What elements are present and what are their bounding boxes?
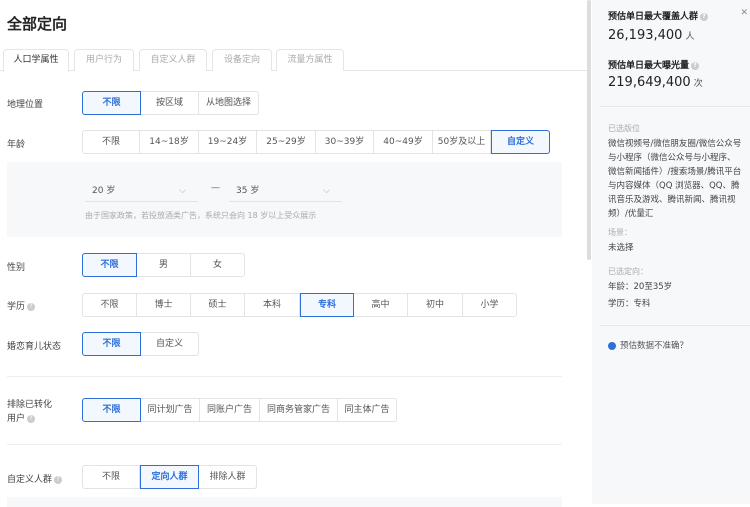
geo-option[interactable]: 按区域 <box>141 91 199 115</box>
age-custom-panel: 20 岁 ⌵ — 35 岁 ⌵ 由于国家政策，若投放酒类广告，系统只会向 18 岁以… <box>7 162 562 237</box>
exclude-option[interactable]: 同账户广告 <box>200 398 260 422</box>
gender-option[interactable]: 女 <box>191 253 245 277</box>
gender-options: 不限 男 女 <box>82 253 245 277</box>
feedback-text: 预估数据不准确？ <box>620 341 689 351</box>
age-option[interactable]: 40~49岁 <box>374 130 433 154</box>
age-policy-note: 由于国家政策，若投放酒类广告，系统只会向 18 岁以上受众展示 <box>85 211 317 220</box>
exclude-options: 不限 同计划广告 同账户广告 同商务管家广告 同主体广告 <box>82 398 397 422</box>
chat-icon <box>608 341 616 350</box>
age-to-value: 35 岁 <box>236 186 260 196</box>
range-dash: — <box>211 183 220 193</box>
edu-option[interactable]: 本科 <box>245 293 300 317</box>
divider <box>7 444 562 445</box>
estimate-panel: ✕ 预估单日最大覆盖人群? 26,193,400 人 预估单日最大曝光量? 219… <box>592 0 750 504</box>
placement-text: 微信视频号/微信朋友圈/微信公众号与小程序（微信公众号与小程序、微信新闻插件）/… <box>608 139 742 219</box>
divider <box>600 325 750 326</box>
feedback-link[interactable]: 预估数据不准确？ <box>608 339 688 351</box>
placement-label: 已选版位 <box>608 124 640 133</box>
targeting-age: 年龄：20至35岁 <box>608 282 673 292</box>
age-to-select[interactable]: 35 岁 ⌵ <box>229 182 342 202</box>
geo-label: 地理位置 <box>7 100 44 110</box>
age-from-select[interactable]: 20 岁 ⌵ <box>85 182 198 202</box>
page-title: 全部定向 <box>7 15 68 33</box>
help-icon[interactable]: ? <box>691 61 700 70</box>
geo-option[interactable]: 从地图选择 <box>199 91 259 115</box>
exclude-label: 排除已转化用户? <box>7 398 52 426</box>
exposure-value: 219,649,400 次 <box>608 75 703 90</box>
help-icon[interactable]: ? <box>54 475 63 484</box>
tab-device[interactable]: 设备定向 <box>212 49 272 71</box>
marriage-options: 不限 自定义 <box>82 332 199 356</box>
age-options: 不限 14~18岁 19~24岁 25~29岁 30~39岁 40~49岁 50… <box>82 130 550 154</box>
marriage-option[interactable]: 不限 <box>82 332 141 356</box>
exposure-title-text: 预估单日最大曝光量 <box>608 61 690 71</box>
age-option[interactable]: 14~18岁 <box>140 130 199 154</box>
scene-label: 场景： <box>608 228 632 237</box>
tab-custom-audience[interactable]: 自定义人群 <box>139 49 207 71</box>
scene-value: 未选择 <box>608 243 634 253</box>
cover-number: 26,193,400 <box>608 28 683 43</box>
marriage-label: 婚恋育儿状态 <box>7 342 62 352</box>
exclude-option[interactable]: 同商务管家广告 <box>260 398 338 422</box>
exposure-unit: 次 <box>693 79 703 89</box>
divider <box>7 376 562 377</box>
age-option[interactable]: 30~39岁 <box>316 130 374 154</box>
help-icon[interactable]: ? <box>700 12 709 21</box>
age-option[interactable]: 不限 <box>82 130 140 154</box>
gender-label: 性别 <box>7 263 26 273</box>
custom-option[interactable]: 排除人群 <box>199 465 257 489</box>
exposure-number: 219,649,400 <box>608 75 691 90</box>
cover-title: 预估单日最大覆盖人群? <box>608 9 709 22</box>
edu-options: 不限 博士 硕士 本科 专科 高中 初中 小学 <box>82 293 517 317</box>
chevron-down-icon: ⌵ <box>179 186 186 196</box>
exclude-option[interactable]: 不限 <box>82 398 141 422</box>
geo-option[interactable]: 不限 <box>82 91 141 115</box>
custom-option[interactable]: 不限 <box>82 465 140 489</box>
exposure-title: 预估单日最大曝光量? <box>608 58 700 71</box>
scrollbar[interactable] <box>587 0 591 260</box>
age-from-value: 20 岁 <box>92 186 116 196</box>
close-icon[interactable]: ✕ <box>740 8 748 18</box>
chevron-down-icon: ⌵ <box>323 186 330 196</box>
tab-bar: 人口学属性 用户行为 自定义人群 设备定向 流量方属性 <box>0 49 588 72</box>
age-option[interactable]: 25~29岁 <box>257 130 316 154</box>
edu-option[interactable]: 不限 <box>82 293 137 317</box>
custom-label: 自定义人群? <box>7 472 63 485</box>
edu-label: 学历? <box>7 299 36 312</box>
edu-option[interactable]: 硕士 <box>191 293 245 317</box>
cover-value: 26,193,400 人 <box>608 28 694 43</box>
targeting-label: 已选定向： <box>608 267 648 276</box>
gender-option[interactable]: 男 <box>137 253 191 277</box>
custom-label-text: 自定义人群 <box>7 475 53 485</box>
age-option[interactable]: 自定义 <box>491 130 550 154</box>
cover-unit: 人 <box>685 32 695 42</box>
cover-title-text: 预估单日最大覆盖人群 <box>608 12 699 22</box>
age-label: 年龄 <box>7 140 26 150</box>
edu-option[interactable]: 博士 <box>137 293 191 317</box>
tab-traffic[interactable]: 流量方属性 <box>276 49 344 71</box>
age-option[interactable]: 50岁及以上 <box>433 130 491 154</box>
gender-option[interactable]: 不限 <box>82 253 137 277</box>
targeting-edu: 学历：专科 <box>608 299 651 309</box>
divider <box>600 106 750 107</box>
edu-label-text: 学历 <box>7 302 26 312</box>
exclude-label-line2: 用户 <box>7 414 26 424</box>
exclude-option[interactable]: 同计划广告 <box>141 398 200 422</box>
help-icon[interactable]: ? <box>27 302 36 311</box>
tab-user-behavior[interactable]: 用户行为 <box>74 49 134 71</box>
age-option[interactable]: 19~24岁 <box>199 130 257 154</box>
edu-option[interactable]: 小学 <box>463 293 517 317</box>
custom-options: 不限 定向人群 排除人群 <box>82 465 257 489</box>
custom-panel <box>7 497 562 507</box>
help-icon[interactable]: ? <box>27 414 36 423</box>
edu-option[interactable]: 高中 <box>354 293 408 317</box>
geo-options: 不限 按区域 从地图选择 <box>82 91 259 115</box>
edu-option[interactable]: 专科 <box>300 293 354 317</box>
exclude-label-line1: 排除已转化 <box>7 400 53 410</box>
edu-option[interactable]: 初中 <box>408 293 463 317</box>
exclude-option[interactable]: 同主体广告 <box>338 398 397 422</box>
marriage-option[interactable]: 自定义 <box>141 332 199 356</box>
tab-demographics[interactable]: 人口学属性 <box>3 49 69 72</box>
custom-option[interactable]: 定向人群 <box>140 465 199 489</box>
